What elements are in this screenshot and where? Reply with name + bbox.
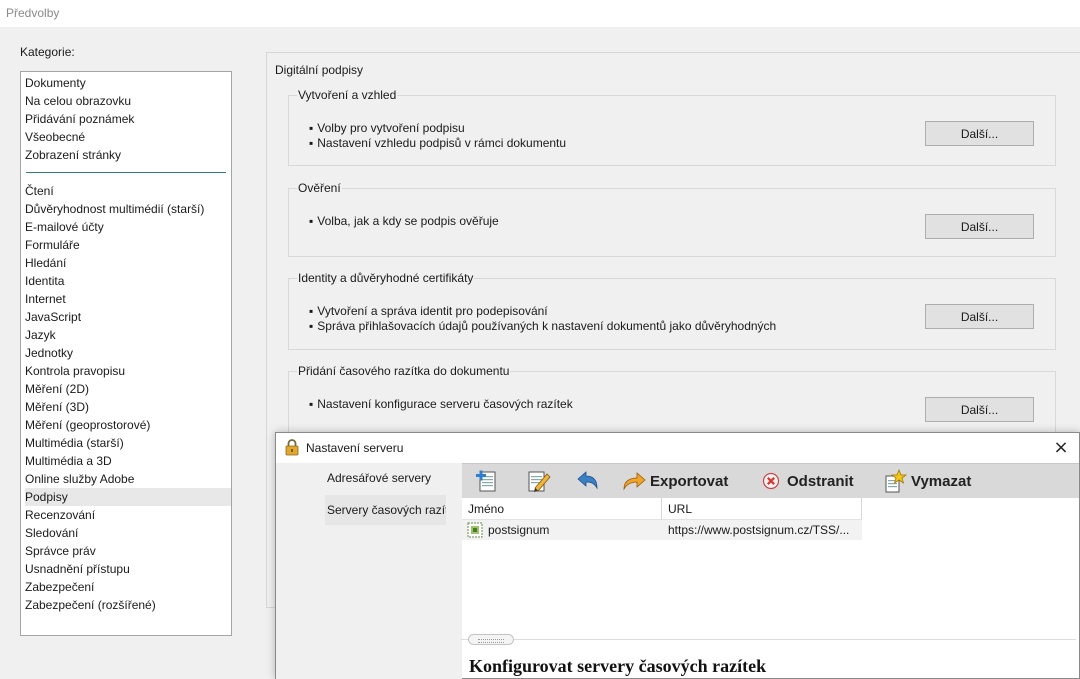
category-item[interactable]: Multimédia (starší)	[25, 434, 231, 452]
bullet-item: Nastavení konfigurace serveru časových r…	[309, 397, 572, 412]
group-bullets: Vytvoření a správa identit pro podepisov…	[309, 304, 776, 334]
window-titlebar: Předvolby	[0, 0, 1080, 27]
more-button-creation[interactable]: Další...	[925, 121, 1034, 146]
category-item[interactable]: Měření (3D)	[25, 398, 231, 416]
category-item[interactable]: Jednotky	[25, 344, 231, 362]
category-item[interactable]: Hledání	[25, 254, 231, 272]
category-item[interactable]: Usnadnění přístupu	[25, 560, 231, 578]
category-item[interactable]: Zobrazení stránky	[25, 146, 231, 164]
categories-label: Kategorie:	[20, 45, 75, 59]
more-button-timestamp[interactable]: Další...	[925, 397, 1034, 422]
more-button-identities[interactable]: Další...	[925, 304, 1034, 329]
bullet-item: Vytvoření a správa identit pro podepisov…	[309, 304, 776, 319]
dialog-title: Nastavení serveru	[306, 441, 404, 455]
export-label: Exportovat	[650, 472, 729, 490]
group-bullets: Volba, jak a kdy se podpis ověřuje	[309, 214, 498, 229]
category-item[interactable]: Dokumenty	[25, 74, 231, 92]
undo-icon[interactable]	[574, 468, 600, 494]
server-name: postsignum	[488, 523, 550, 537]
dialog-toolbar: Exportovat Odstranit Vymazat	[462, 463, 1079, 498]
lock-icon	[285, 439, 299, 456]
category-item[interactable]: Kontrola pravopisu	[25, 362, 231, 380]
category-item[interactable]: Recenzování	[25, 506, 231, 524]
dialog-titlebar: Nastavení serveru ×	[276, 433, 1079, 463]
category-item[interactable]: Všeobecné	[25, 128, 231, 146]
category-item[interactable]: Zabezpečení	[25, 578, 231, 596]
splitter-grip[interactable]	[468, 634, 514, 645]
category-item[interactable]: E-mailové účty	[25, 218, 231, 236]
server-settings-dialog: Nastavení serveru × Adresářové servery S…	[275, 432, 1080, 679]
close-icon[interactable]: ×	[1052, 439, 1070, 457]
server-url: https://www.postsignum.cz/TSS/...	[668, 523, 850, 537]
category-item[interactable]: Multimédia a 3D	[25, 452, 231, 470]
category-item[interactable]: Identita	[25, 272, 231, 290]
category-item[interactable]: Formuláře	[25, 236, 231, 254]
export-button[interactable]: Exportovat	[622, 467, 728, 495]
pane-splitter	[461, 639, 1076, 640]
column-header-url[interactable]: URL	[662, 498, 862, 520]
categories-list[interactable]: Dokumenty Na celou obrazovku Přidávání poz…	[20, 71, 232, 636]
export-arrow-icon	[623, 472, 646, 491]
category-item[interactable]: Podpisy	[25, 488, 231, 506]
dialog-sidebar: Adresářové servery Servery časových razí…	[276, 463, 454, 679]
remove-icon	[762, 472, 780, 490]
group-title: Identity a důvěryhodné certifikáty	[297, 271, 475, 285]
group-title: Ověření	[297, 181, 342, 195]
clear-button[interactable]: Vymazat	[883, 467, 971, 495]
window-title: Předvolby	[6, 6, 60, 20]
category-item[interactable]: Jazyk	[25, 326, 231, 344]
group-bullets: Volby pro vytvoření podpisu Nastavení vz…	[309, 121, 566, 151]
certificate-icon	[467, 522, 483, 538]
clear-label: Vymazat	[911, 472, 972, 490]
category-item[interactable]: Na celou obrazovku	[25, 92, 231, 110]
remove-button[interactable]: Odstranit	[759, 467, 854, 495]
group-creation-appearance: Vytvoření a vzhled Volby pro vytvoření p…	[288, 88, 1056, 166]
category-item[interactable]: Důvěryhodnost multimédií (starší)	[25, 200, 231, 218]
dialog-gap	[454, 463, 462, 679]
category-item[interactable]: Čtení	[25, 182, 231, 200]
category-item[interactable]: Přidávání poznámek	[25, 110, 231, 128]
categories-separator	[26, 172, 226, 173]
group-identities-certificates: Identity a důvěryhodné certifikáty Vytvo…	[288, 271, 1056, 350]
bullet-item: Volba, jak a kdy se podpis ověřuje	[309, 214, 498, 229]
bullet-item: Nastavení vzhledu podpisů v rámci dokume…	[309, 136, 566, 151]
group-verification: Ověření Volba, jak a kdy se podpis ověřu…	[288, 181, 1056, 257]
clear-star-icon	[885, 469, 907, 493]
category-item[interactable]: Zabezpečení (rozšířené)	[25, 596, 231, 614]
sidebar-item-directory-servers[interactable]: Adresářové servery	[325, 463, 446, 493]
bullet-item: Volby pro vytvoření podpisu	[309, 121, 566, 136]
category-item[interactable]: Internet	[25, 290, 231, 308]
remove-label: Odstranit	[787, 472, 854, 490]
configure-timestamp-servers-title: Konfigurovat servery časových razítek	[469, 656, 767, 676]
category-item[interactable]: Online služby Adobe	[25, 470, 231, 488]
category-item[interactable]: Správce práv	[25, 542, 231, 560]
bullet-item: Správa přihlašovacích údajů používaných …	[309, 319, 776, 334]
category-item[interactable]: Měření (2D)	[25, 380, 231, 398]
column-header-name[interactable]: Jméno	[462, 498, 662, 520]
add-server-icon[interactable]	[475, 468, 501, 494]
group-title: Vytvoření a vzhled	[297, 88, 398, 102]
edit-server-icon[interactable]	[525, 468, 551, 494]
sidebar-item-timestamp-servers[interactable]: Servery časových razítek	[325, 495, 446, 525]
group-bullets: Nastavení konfigurace serveru časových r…	[309, 397, 572, 412]
table-row[interactable]: postsignum https://www.postsignum.cz/TSS…	[462, 520, 862, 540]
digital-signatures-title: Digitální podpisy	[275, 63, 364, 77]
category-item[interactable]: JavaScript	[25, 308, 231, 326]
category-item[interactable]: Měření (geoprostorové)	[25, 416, 231, 434]
category-item[interactable]: Sledování	[25, 524, 231, 542]
more-button-verification[interactable]: Další...	[925, 214, 1034, 239]
group-title: Přidání časového razítka do dokumentu	[297, 364, 511, 378]
